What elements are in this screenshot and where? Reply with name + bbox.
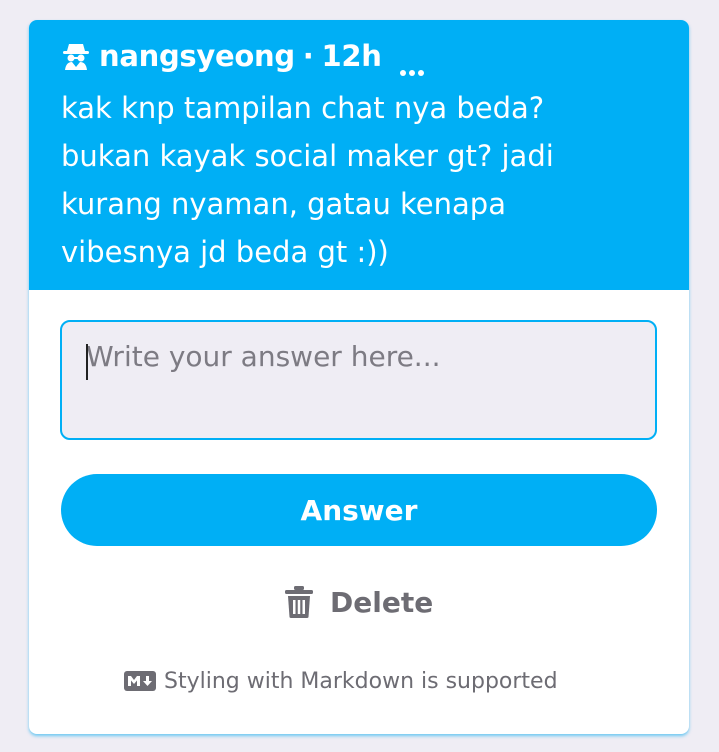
question-header: nangsyeong · 12h kak knp tampilan chat n…	[29, 20, 689, 290]
markdown-note-text: Styling with Markdown is supported	[164, 668, 558, 694]
markdown-icon	[124, 671, 156, 691]
question-meta: nangsyeong · 12h	[61, 38, 426, 76]
delete-button[interactable]: Delete	[284, 580, 433, 624]
anonymous-spy-icon	[61, 41, 91, 71]
answer-input-box[interactable]	[60, 320, 657, 440]
answer-input[interactable]	[62, 322, 655, 438]
question-time: 12h	[321, 39, 382, 73]
meta-separator: ·	[302, 39, 314, 73]
more-options-icon[interactable]	[398, 51, 426, 76]
question-card: nangsyeong · 12h kak knp tampilan chat n…	[29, 20, 689, 734]
markdown-note: Styling with Markdown is supported	[124, 664, 558, 698]
question-author[interactable]: nangsyeong	[99, 39, 295, 73]
question-text: kak knp tampilan chat nya beda? bukan ka…	[61, 91, 554, 269]
trash-icon	[284, 585, 314, 619]
delete-label: Delete	[330, 585, 434, 619]
answer-button[interactable]: Answer	[61, 474, 657, 546]
text-caret	[86, 344, 88, 380]
